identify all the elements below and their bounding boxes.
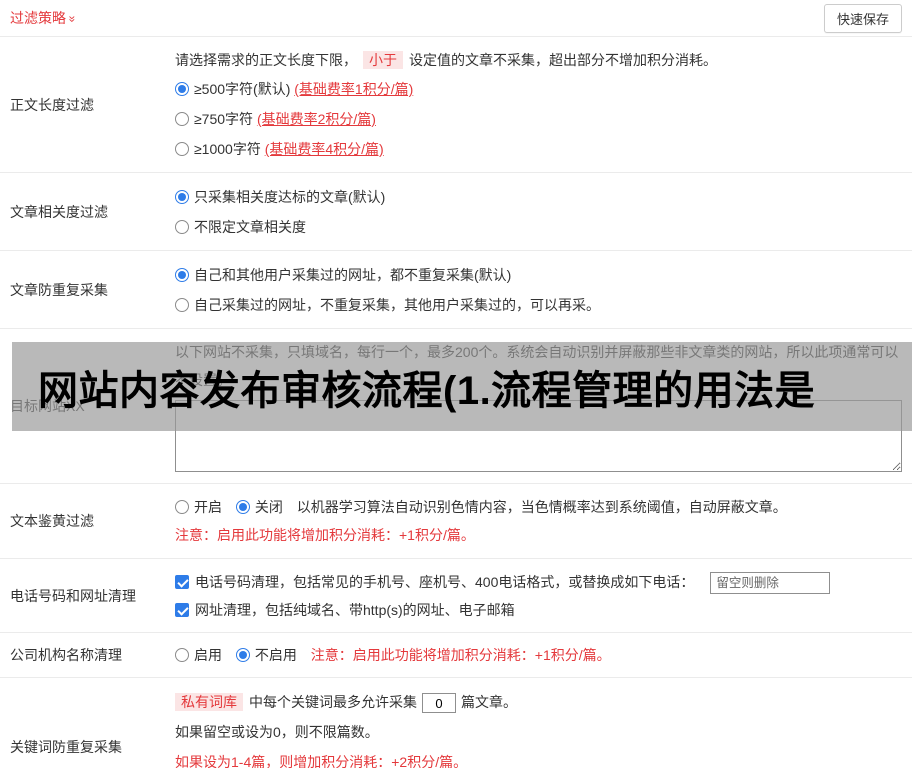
content-length-intro: 请选择需求的正文长度下限， 小于 设定值的文章不采集，超出部分不增加积分消耗。 — [175, 46, 902, 74]
replacement-phone-input[interactable] — [710, 572, 831, 595]
row-label-dedup: 文章防重复采集 — [10, 281, 108, 298]
keyword-limit-text: 中每个关键词最多允许采集 — [249, 694, 417, 710]
radio-checked-icon — [235, 648, 250, 662]
porn-filter-warning: 注意：启用此功能将增加积分消耗：+1积分/篇。 — [175, 527, 475, 543]
radio-unchecked-icon — [175, 500, 189, 514]
checkbox-checked-icon — [175, 575, 189, 589]
option-label: ≥750字符 — [194, 111, 254, 127]
row-label-phone-url: 电话号码和网址清理 — [10, 587, 136, 604]
radio-unchecked-icon — [175, 298, 189, 312]
radio-checked-icon — [175, 268, 189, 282]
watermark-text: 网站内容发布审核流程(1.流程管理的用法是 — [38, 368, 816, 413]
radio-unchecked-icon — [175, 142, 189, 156]
row-relevance-filter: 文章相关度过滤 只采集相关度达标的文章(默认) 不限定文章相关度 — [0, 172, 912, 250]
row-label-content-length: 正文长度过滤 — [10, 96, 94, 113]
option-label: 电话号码清理，包括常见的手机号、座机号、400电话格式，或替换成如下电话： — [195, 574, 695, 590]
option-label: 只采集相关度达标的文章(默认) — [194, 189, 386, 205]
keyword-limit-suffix: 篇文章。 — [461, 694, 517, 710]
option-note: (基础费率1积分/篇) — [294, 81, 414, 97]
company-clean-off-option[interactable]: 不启用 — [235, 641, 297, 669]
option-label: 不限定文章相关度 — [194, 219, 306, 235]
less-than-chip: 小于 — [363, 51, 403, 69]
option-note: (基础费率4积分/篇) — [264, 141, 384, 157]
relevance-option-any[interactable]: 不限定文章相关度 — [175, 212, 902, 242]
row-keyword-dedup: 关键词防重复采集 私有词库中每个关键词最多允许采集 篇文章。 如果留空或设为0，则… — [0, 677, 912, 768]
intro-pre: 请选择需求的正文长度下限， — [175, 52, 357, 68]
option-label: 不启用 — [254, 647, 297, 663]
chevron-down-icon: » — [65, 15, 80, 23]
radio-checked-icon — [175, 190, 189, 204]
row-label-company-clean: 公司机构名称清理 — [10, 647, 122, 663]
topbar: 过滤策略» 快速保存 — [0, 0, 912, 36]
dedup-option-self-only[interactable]: 自己采集过的网址，不重复采集，其他用户采集过的，可以再采。 — [175, 290, 902, 320]
phone-clean-checkbox[interactable]: 电话号码清理，包括常见的手机号、座机号、400电话格式，或替换成如下电话： — [175, 568, 694, 596]
porn-filter-on-option[interactable]: 开启 — [175, 493, 222, 521]
option-note: (基础费率2积分/篇) — [256, 111, 376, 127]
keyword-limit-input[interactable] — [422, 693, 456, 714]
row-label-porn-filter: 文本鉴黄过滤 — [10, 513, 94, 529]
intro-post: 设定值的文章不采集，超出部分不增加积分消耗。 — [409, 52, 717, 68]
row-phone-url-clean: 电话号码和网址清理 电话号码清理，包括常见的手机号、座机号、400电话格式，或替… — [0, 558, 912, 632]
watermark-overlay: 网站内容发布审核流程(1.流程管理的用法是 — [12, 342, 912, 431]
row-company-clean: 公司机构名称清理 启用 不启用 注意：启用此功能将增加积分消耗：+1积分/篇。 — [0, 632, 912, 677]
private-lexicon-chip: 私有词库 — [175, 693, 243, 711]
filter-settings-page: 过滤策略» 快速保存 正文长度过滤 请选择需求的正文长度下限， 小于 设定值的文章不… — [0, 0, 912, 768]
option-label: 开启 — [194, 499, 222, 515]
radio-checked-icon — [235, 500, 250, 514]
page-title-text: 过滤策略 — [10, 10, 66, 26]
keyword-note-unlimited: 如果留空或设为0，则不限篇数。 — [175, 724, 379, 740]
option-label: 自己和其他用户采集过的网址，都不重复采集(默认) — [194, 267, 512, 283]
row-porn-filter: 文本鉴黄过滤 开启 关闭 以机器学习算法自动识别色情内容，当色情概率达到系统阈值… — [0, 483, 912, 558]
checkbox-checked-icon — [175, 603, 189, 617]
option-label: 自己采集过的网址，不重复采集，其他用户采集过的，可以再采。 — [194, 297, 600, 313]
url-clean-checkbox[interactable]: 网址清理，包括纯域名、带http(s)的网址、电子邮箱 — [175, 596, 515, 624]
length-option-500[interactable]: ≥500字符(默认) (基础费率1积分/篇) — [175, 74, 902, 104]
quick-save-button[interactable]: 快速保存 — [823, 3, 902, 33]
keyword-note-cost: 如果设为1-4篇，则增加积分消耗：+2积分/篇。 — [175, 754, 468, 768]
option-label: ≥1000字符 — [194, 141, 261, 157]
dedup-option-all-users[interactable]: 自己和其他用户采集过的网址，都不重复采集(默认) — [175, 260, 902, 290]
row-content-length-filter: 正文长度过滤 请选择需求的正文长度下限， 小于 设定值的文章不采集，超出部分不增加积… — [0, 36, 912, 172]
option-label: 启用 — [194, 647, 222, 663]
relevance-option-strict[interactable]: 只采集相关度达标的文章(默认) — [175, 182, 902, 212]
option-label: ≥500字符(默认) — [194, 81, 291, 97]
row-dedup-collection: 文章防重复采集 自己和其他用户采集过的网址，都不重复采集(默认) 自己采集过的网… — [0, 250, 912, 328]
row-label-relevance: 文章相关度过滤 — [10, 203, 108, 220]
length-option-750[interactable]: ≥750字符 (基础费率2积分/篇) — [175, 104, 902, 134]
option-label: 网址清理，包括纯域名、带http(s)的网址、电子邮箱 — [195, 602, 515, 618]
radio-unchecked-icon — [175, 220, 189, 234]
company-clean-warning: 注意：启用此功能将增加积分消耗：+1积分/篇。 — [310, 647, 611, 663]
row-label-keyword-dedup: 关键词防重复采集 — [10, 739, 122, 755]
company-clean-on-option[interactable]: 启用 — [175, 641, 222, 669]
option-label: 关闭 — [254, 499, 283, 515]
radio-unchecked-icon — [175, 648, 189, 662]
page-title[interactable]: 过滤策略» — [10, 8, 80, 28]
length-option-1000[interactable]: ≥1000字符 (基础费率4积分/篇) — [175, 134, 902, 164]
porn-filter-desc: 以机器学习算法自动识别色情内容，当色情概率达到系统阈值，自动屏蔽文章。 — [296, 499, 787, 515]
radio-checked-icon — [175, 82, 189, 96]
porn-filter-off-option[interactable]: 关闭 — [235, 493, 283, 521]
radio-unchecked-icon — [175, 112, 189, 126]
